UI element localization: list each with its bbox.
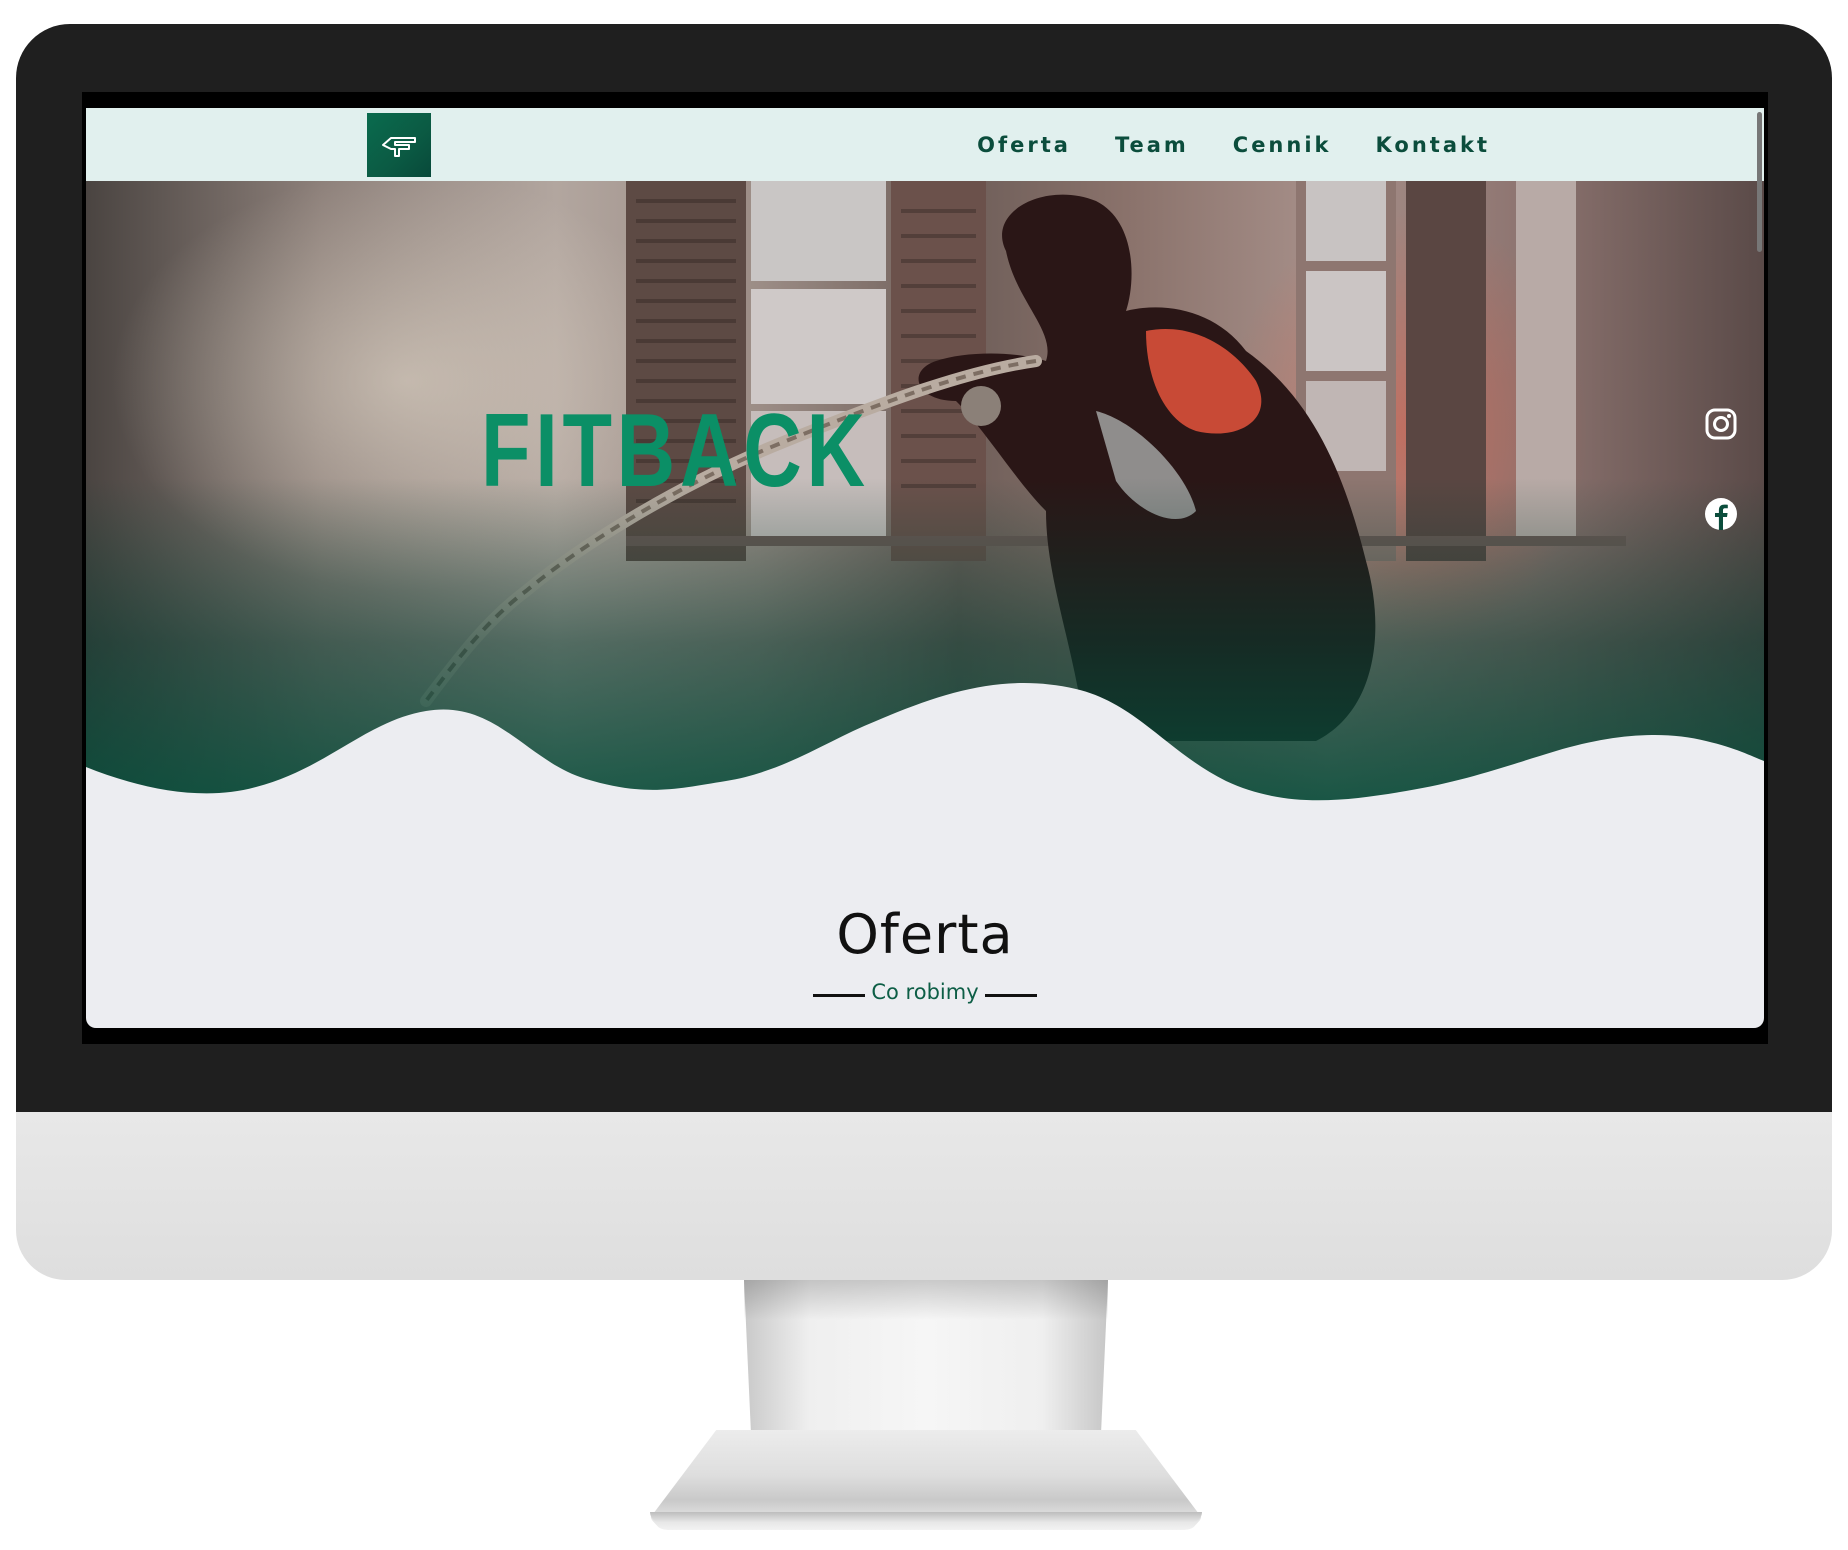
nav-link-cennik[interactable]: Cennik [1233,133,1332,157]
top-navbar: Oferta Team Cennik Kontakt [86,108,1764,181]
page-scrollbar[interactable] [1754,108,1764,1028]
nav-link-oferta[interactable]: Oferta [977,133,1071,157]
monitor-chin [16,1112,1832,1280]
section-subtitle: Co robimy [871,980,979,1004]
hero-wave-divider [86,683,1764,841]
nav-link-kontakt[interactable]: Kontakt [1376,133,1491,157]
monitor-stand-rim [650,1512,1202,1522]
nav-menu: Oferta Team Cennik Kontakt [977,108,1490,181]
monitor-stand-shadow [744,1280,1108,1320]
scrollbar-thumb[interactable] [1757,112,1762,252]
logo[interactable] [367,113,431,177]
hero-section: FITBACK [86,181,1764,841]
logo-icon [382,137,416,157]
website-screen: FITBACK Oferta Team Cennik Kontakt Ofert… [86,108,1764,1028]
facebook-icon[interactable] [1704,497,1738,531]
instagram-icon[interactable] [1704,407,1738,441]
nav-link-team[interactable]: Team [1115,133,1189,157]
section-title: Oferta [836,903,1014,966]
section-subtitle-row: Co robimy [86,980,1764,1004]
subtitle-rule-left [813,993,866,997]
subtitle-rule-right [984,993,1037,997]
